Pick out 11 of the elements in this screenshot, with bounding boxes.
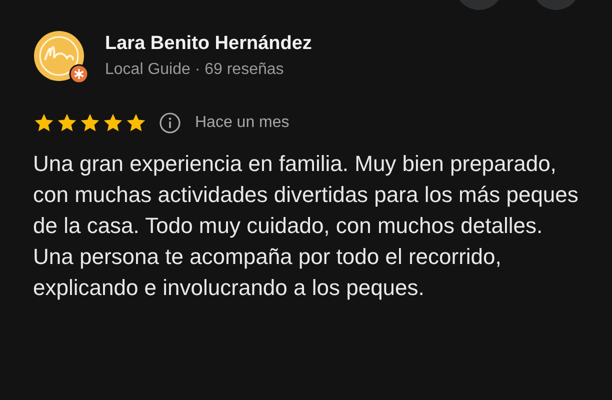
star-icon	[33, 112, 55, 134]
review-time: Hace un mes	[195, 114, 290, 132]
star-icon	[56, 112, 78, 134]
star-icon	[102, 112, 124, 134]
review-text: Una gran experiencia en familia. Muy bien preparado, con muchas actividades divertidas para los más peques de la casa. Todo muy cuidado, con muchos detalles. Una persona te acompaña por todo el recorrido, explicando e involucrando a los peques.	[33, 150, 580, 302]
info-icon[interactable]	[159, 112, 181, 134]
reviewer-subtitle: Local Guide · 69 reseñas	[105, 61, 285, 79]
avatar-icon	[33, 30, 85, 82]
star-icon	[125, 112, 147, 134]
reviewer-name[interactable]: Lara Benito Hernández	[105, 33, 312, 55]
star-icon	[79, 112, 101, 134]
